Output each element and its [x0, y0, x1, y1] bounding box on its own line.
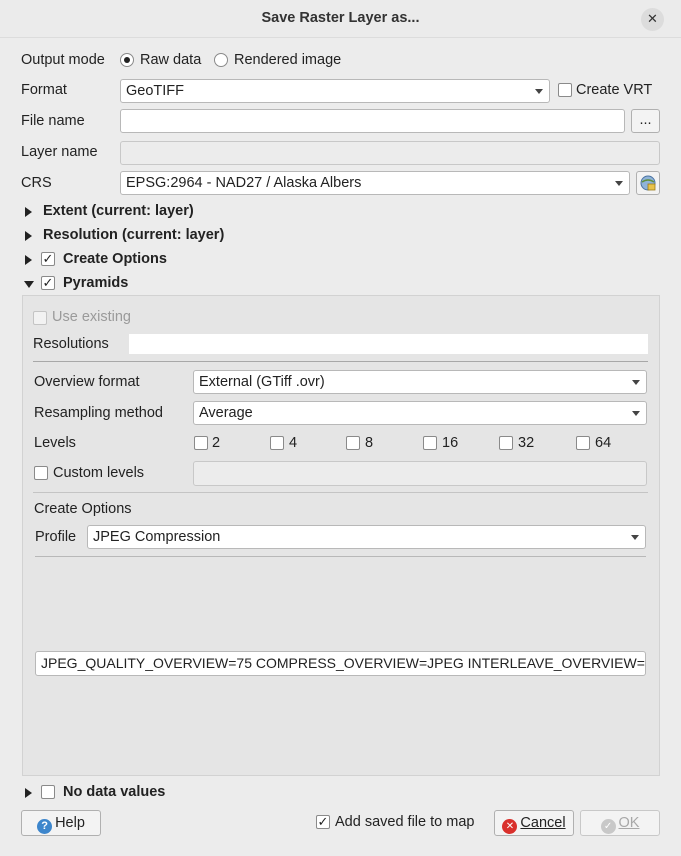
overview-format-label: Overview format	[34, 374, 140, 390]
crs-combo[interactable]: EPSG:2964 - NAD27 / Alaska Albers	[120, 171, 630, 195]
profile-combo[interactable]: JPEG Compression	[87, 525, 646, 549]
layer-name-label: Layer name	[21, 144, 98, 160]
level-64-checkbox[interactable]	[576, 436, 590, 450]
profile-label: Profile	[35, 529, 77, 545]
level-32-label[interactable]: 32	[518, 435, 534, 451]
custom-levels-label[interactable]: Custom levels	[53, 465, 144, 481]
help-button[interactable]: ? Help	[21, 810, 101, 836]
create-vrt-label[interactable]: Create VRT	[576, 82, 652, 98]
level-2-checkbox[interactable]	[194, 436, 208, 450]
overview-format-combo[interactable]: External (GTiff .ovr)	[193, 370, 647, 394]
divider	[33, 361, 648, 362]
extent-section-title[interactable]: Extent (current: layer)	[43, 203, 194, 219]
level-4-checkbox[interactable]	[270, 436, 284, 450]
pyramids-checkbox[interactable]: ✓	[41, 276, 55, 290]
raw-data-radio[interactable]	[120, 53, 134, 67]
no-data-section-title[interactable]: No data values	[63, 784, 165, 800]
resolutions-field	[129, 334, 648, 354]
browse-button[interactable]: ...	[631, 109, 660, 133]
level-16-checkbox[interactable]	[423, 436, 437, 450]
use-existing-checkbox[interactable]	[33, 311, 47, 325]
level-4-label[interactable]: 4	[289, 435, 297, 451]
format-value: GeoTIFF	[126, 83, 185, 99]
level-8-checkbox[interactable]	[346, 436, 360, 450]
chevron-down-icon	[615, 181, 623, 186]
rendered-image-label[interactable]: Rendered image	[234, 52, 341, 68]
pyramids-section-title[interactable]: Pyramids	[63, 275, 128, 291]
use-existing-label[interactable]: Use existing	[52, 309, 131, 325]
raw-data-label[interactable]: Raw data	[140, 52, 201, 68]
divider	[33, 492, 648, 493]
help-button-label: Help	[55, 815, 85, 831]
create-options-section-title[interactable]: Create Options	[63, 251, 167, 267]
chevron-down-icon	[631, 535, 639, 540]
profile-value: JPEG Compression	[93, 529, 221, 545]
crs-selector-icon	[640, 175, 656, 191]
help-icon: ?	[37, 819, 53, 834]
cancel-icon: ✕	[502, 819, 518, 834]
window-title: Save Raster Layer as...	[261, 10, 420, 26]
extent-expand-icon[interactable]	[25, 207, 32, 217]
resampling-method-value: Average	[199, 405, 253, 421]
cancel-button[interactable]: ✕ Cancel	[494, 810, 574, 836]
create-vrt-checkbox[interactable]	[558, 83, 572, 97]
file-name-label: File name	[21, 113, 85, 129]
chevron-down-icon	[632, 380, 640, 385]
chevron-down-icon	[535, 89, 543, 94]
file-name-input[interactable]	[120, 109, 625, 133]
add-saved-file-label[interactable]: Add saved file to map	[335, 814, 474, 830]
crs-label: CRS	[21, 175, 52, 191]
level-2-label[interactable]: 2	[212, 435, 220, 451]
resolutions-label: Resolutions	[33, 336, 109, 352]
no-data-checkbox[interactable]	[41, 785, 55, 799]
no-data-expand-icon[interactable]	[25, 788, 32, 798]
rendered-image-radio[interactable]	[214, 53, 228, 67]
level-16-label[interactable]: 16	[442, 435, 458, 451]
resampling-method-label: Resampling method	[34, 405, 163, 421]
layer-name-input[interactable]	[120, 141, 660, 165]
close-icon: ✕	[647, 11, 658, 26]
levels-label: Levels	[34, 435, 76, 451]
resampling-method-combo[interactable]: Average	[193, 401, 647, 425]
divider	[35, 556, 646, 557]
chevron-down-icon	[632, 411, 640, 416]
ok-button-label: OK	[618, 815, 640, 831]
cancel-button-label: Cancel	[520, 815, 566, 831]
level-64-label[interactable]: 64	[595, 435, 611, 451]
add-saved-file-checkbox[interactable]: ✓	[316, 815, 330, 829]
crs-value: EPSG:2964 - NAD27 / Alaska Albers	[126, 175, 362, 191]
ok-button[interactable]: ✓ OK	[580, 810, 660, 836]
custom-levels-checkbox[interactable]	[34, 466, 48, 480]
ok-icon: ✓	[600, 819, 616, 834]
custom-levels-input[interactable]	[193, 461, 647, 486]
output-mode-label: Output mode	[21, 52, 105, 68]
overview-format-value: External (GTiff .ovr)	[199, 374, 325, 390]
close-button[interactable]: ✕	[641, 8, 664, 31]
format-label: Format	[21, 82, 67, 98]
level-8-label[interactable]: 8	[365, 435, 373, 451]
create-options-expand-icon[interactable]	[25, 255, 32, 265]
crs-selector-button[interactable]	[636, 171, 660, 195]
pyramids-collapse-icon[interactable]	[24, 281, 34, 288]
format-combo[interactable]: GeoTIFF	[120, 79, 550, 103]
create-options-checkbox[interactable]: ✓	[41, 252, 55, 266]
resolution-expand-icon[interactable]	[25, 231, 32, 241]
level-32-checkbox[interactable]	[499, 436, 513, 450]
resolution-section-title[interactable]: Resolution (current: layer)	[43, 227, 224, 243]
create-options-text-input[interactable]: JPEG_QUALITY_OVERVIEW=75 COMPRESS_OVERVI…	[35, 651, 646, 676]
create-options-label: Create Options	[34, 501, 132, 517]
